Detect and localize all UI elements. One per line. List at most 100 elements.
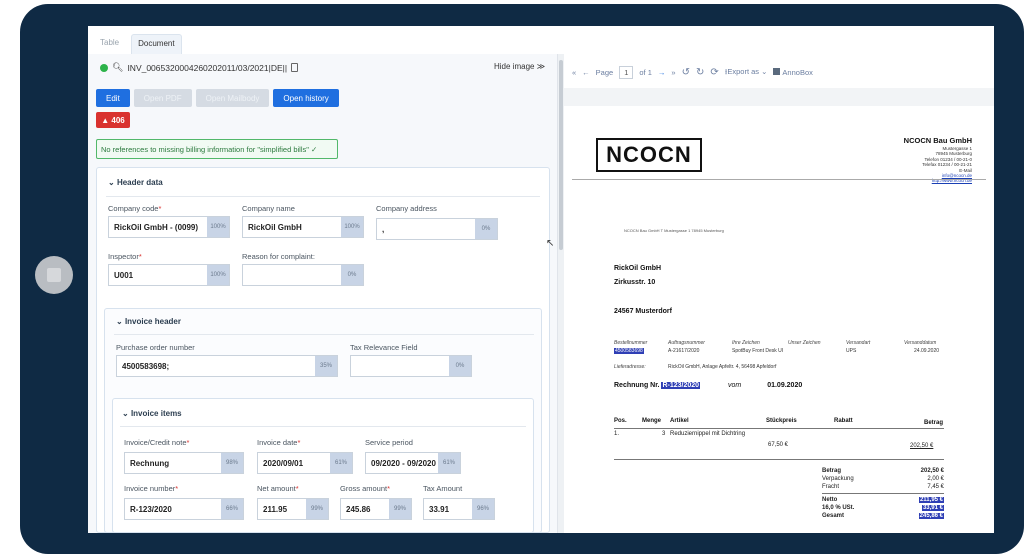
recipient-street: Zirkusstr. 10: [614, 279, 656, 286]
invoice-number-field[interactable]: R-123/2020 66%: [124, 498, 244, 520]
row-menge: 3: [662, 431, 666, 437]
inspector-label: Inspector*: [108, 252, 142, 261]
gross-amount-label: Gross amount*: [340, 484, 391, 493]
tab-bar: Table Document: [88, 34, 182, 54]
meta-auftrag-value: A-21617/2020: [668, 348, 700, 354]
document-id: INV_0065320004260202011/03/2021|DE||: [127, 62, 288, 73]
annobox-toggle[interactable]: AnnoBox: [773, 68, 813, 77]
divider: [114, 334, 534, 335]
col-rabatt: Rabatt: [834, 418, 853, 424]
page-label: Page: [595, 68, 614, 77]
totals-block: Betrag 202,50 € Verpackung 2,00 € Fracht 7,…: [822, 468, 944, 519]
net-amount-field[interactable]: 211.95 99%: [257, 498, 329, 520]
invoice-number-label: Invoice number*: [124, 484, 179, 493]
tax-amount-label: Tax Amount: [423, 484, 463, 493]
po-field[interactable]: 4500583698; 35%: [116, 355, 338, 377]
gross-amount-field[interactable]: 245.86 99%: [340, 498, 412, 520]
net-amount-label: Net amount*: [257, 484, 299, 493]
meta-head-ihre: Ihre Zeichen: [732, 340, 760, 346]
scroll-thumb[interactable]: [559, 60, 563, 250]
invoice-page: NCOCN NCOCN Bau GmbH Mustergasse 1 78945 …: [572, 106, 986, 533]
tax-relevance-field[interactable]: 0%: [350, 355, 472, 377]
row-pos: 1.: [614, 431, 620, 437]
error-count-badge[interactable]: ▲ 406: [96, 112, 130, 128]
hide-image-button[interactable]: Hide image ≫: [494, 62, 545, 71]
liefer-value: RickOil GmbH, Anlage Apfeltr. 4, 56498 A…: [668, 364, 777, 370]
open-pdf-button[interactable]: Open PDF: [133, 89, 192, 107]
col-preis: Stückpreis: [766, 418, 797, 424]
first-page-icon[interactable]: «: [572, 68, 576, 77]
rotate-right-icon[interactable]: ↻: [696, 67, 704, 78]
meta-zeichen-value: SpotBuy Front Desk UI: [732, 348, 784, 354]
company-code-field[interactable]: RickOil GmbH - (0099) 100%: [108, 216, 230, 238]
row-betrag: 202,50 €: [910, 443, 934, 449]
viewer-gutter: [564, 88, 994, 106]
export-button[interactable]: ⭳Export as ⌄: [725, 66, 768, 79]
invoice-date-field[interactable]: 2020/09/01 61%: [257, 452, 353, 474]
reason-label: Reason for complaint:: [242, 252, 315, 261]
meta-head-versandart: Versandart: [846, 340, 871, 346]
company-name-label: Company name: [242, 204, 295, 213]
col-artikel: Artikel: [670, 418, 689, 424]
mouse-cursor-icon: ↖: [546, 238, 555, 249]
service-period-field[interactable]: 09/2020 - 09/2020 61%: [365, 452, 461, 474]
row-preis: 67,50 €: [768, 442, 789, 448]
rotate-left-icon[interactable]: ↺: [682, 67, 690, 78]
col-pos: Pos.: [614, 418, 627, 424]
viewer-toolbar: « ← Page 1 of 1 → » ↺ ↻ ⟳ ⭳Export as ⌄ A…: [572, 66, 813, 79]
invoice-items-title[interactable]: ⌄ Invoice items: [122, 409, 182, 418]
tax-amount-field[interactable]: 33.91 96%: [423, 498, 495, 520]
meta-head-versanddatum: Versanddatum: [904, 340, 937, 346]
prev-page-icon[interactable]: ←: [582, 68, 590, 77]
header-data-title[interactable]: ⌄ Header data: [108, 178, 163, 187]
tab-table[interactable]: Table: [94, 34, 125, 54]
tax-relevance-label: Tax Relevance Field: [350, 343, 418, 352]
table-bottom-line: [614, 459, 944, 460]
company-code-label: Company code*: [108, 204, 162, 213]
open-history-button[interactable]: Open history: [273, 89, 339, 107]
status-dot: [100, 63, 108, 72]
meta-datum-value: 24.09.2020: [914, 348, 940, 354]
po-label: Purchase order number: [116, 343, 195, 352]
company-name-field[interactable]: RickOil GmbH 100%: [242, 216, 364, 238]
row-artikel: Reduziernippel mit Dichtring: [670, 431, 746, 437]
last-page-icon[interactable]: »: [671, 68, 675, 77]
company-logo: NCOCN: [596, 138, 702, 172]
reason-field[interactable]: 0%: [242, 264, 364, 286]
copy-icon[interactable]: [291, 63, 299, 72]
service-period-label: Service period: [365, 438, 413, 447]
open-mailbody-button[interactable]: Open Mailbody: [195, 89, 270, 107]
tab-document[interactable]: Document: [131, 34, 182, 54]
checkbox-icon: [773, 68, 781, 75]
recipient-city: 24567 Musterdorf: [614, 308, 672, 315]
company-address-label: Company address: [376, 204, 437, 213]
divider: [106, 196, 540, 197]
invoice-company-name: NCOCN Bau GmbH: [903, 136, 972, 145]
edit-button[interactable]: Edit: [96, 89, 130, 107]
divider: [120, 426, 526, 427]
invoice-header-title[interactable]: ⌄ Invoice header: [116, 317, 181, 326]
invoice-date-label: Invoice date*: [257, 438, 301, 447]
table-header-line: [614, 428, 944, 429]
refresh-icon[interactable]: ⟳: [710, 67, 718, 78]
screen: Table Document 🔍︎ INV_006532000426020201…: [88, 26, 994, 533]
col-menge: Menge: [642, 418, 662, 424]
liefer-label: Lieferadresse:: [614, 364, 646, 370]
inspector-field[interactable]: U001 100%: [108, 264, 230, 286]
meta-order-value: 4500583698: [614, 348, 644, 354]
invoice-note-field[interactable]: Rechnung 98%: [124, 452, 244, 474]
meta-versand-value: UPS: [846, 348, 857, 354]
sender-line: NCOCN Bau GmbH T Mustergasse 1 78945 Mus…: [624, 228, 724, 233]
company-address-field[interactable]: , 0%: [376, 218, 498, 240]
home-button[interactable]: [35, 256, 73, 294]
divider: [572, 179, 986, 180]
col-betrag: Betrag: [924, 420, 944, 426]
search-icon[interactable]: 🔍︎: [112, 62, 123, 73]
action-buttons: Edit Open PDF Open Mailbody Open history: [96, 89, 339, 107]
next-page-icon[interactable]: →: [658, 68, 666, 77]
page-input[interactable]: 1: [619, 66, 634, 79]
meta-head-unser: Unser Zeichen: [788, 340, 821, 346]
meta-head-auftrag: Auftragsnummer: [668, 340, 705, 346]
validation-message: No references to missing billing informa…: [96, 139, 338, 159]
recipient-name: RickOil GmbH: [614, 265, 662, 272]
